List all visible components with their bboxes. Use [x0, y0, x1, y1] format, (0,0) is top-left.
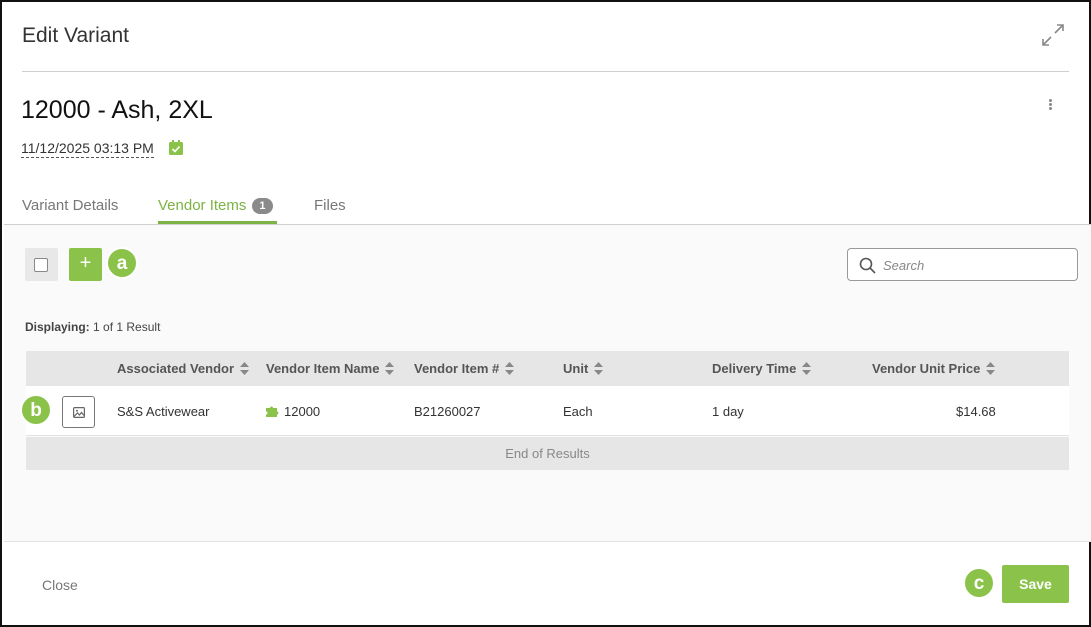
end-of-results: End of Results	[26, 437, 1069, 470]
cell-delivery-time: 1 day	[712, 404, 744, 419]
cell-vendor-unit-price: $14.68	[956, 404, 996, 419]
column-vendor-unit-price[interactable]: Vendor Unit Price	[872, 361, 996, 376]
sort-icon	[594, 362, 604, 375]
tab-label: Variant Details	[22, 197, 119, 214]
expand-icon[interactable]	[1040, 22, 1066, 48]
variant-datetime[interactable]: 11/12/2025 03:13 PM	[21, 140, 154, 158]
calendar-icon[interactable]	[169, 140, 183, 155]
results-count: Displaying: 1 of 1 Result	[25, 320, 160, 334]
callout-c: c	[963, 567, 995, 599]
callout-a: a	[106, 247, 138, 279]
tab-files[interactable]: Files	[314, 197, 346, 214]
column-associated-vendor[interactable]: Associated Vendor	[117, 361, 250, 376]
select-all-checkbox[interactable]	[25, 248, 58, 281]
tab-count-badge: 1	[252, 198, 273, 214]
column-delivery-time[interactable]: Delivery Time	[712, 361, 812, 376]
results-prefix: Displaying:	[25, 320, 90, 334]
save-button[interactable]: Save	[1002, 565, 1069, 603]
cell-vendor-item-number: B21260027	[414, 404, 481, 419]
column-vendor-item-number[interactable]: Vendor Item #	[414, 361, 515, 376]
search-icon	[859, 257, 876, 274]
variant-title: 12000 - Ash, 2XL	[21, 96, 213, 124]
column-unit[interactable]: Unit	[563, 361, 604, 376]
tab-label: Vendor Items	[158, 197, 247, 214]
tab-vendor-items[interactable]: Vendor Items 1	[158, 197, 273, 214]
table-header: Associated Vendor Vendor Item Name Vendo…	[26, 351, 1069, 386]
dialog-title: Edit Variant	[22, 24, 129, 47]
results-text: 1 of 1 Result	[93, 320, 161, 334]
tab-label: Files	[314, 197, 346, 214]
edit-variant-dialog: Edit Variant 12000 - Ash, 2XL 11/12/2025…	[0, 0, 1091, 627]
sort-icon	[240, 362, 250, 375]
sort-icon	[505, 362, 515, 375]
search-field[interactable]	[847, 248, 1078, 281]
close-button[interactable]: Close	[42, 577, 78, 593]
footer-divider	[4, 541, 1091, 542]
cell-unit: Each	[563, 404, 593, 419]
tab-variant-details[interactable]: Variant Details	[22, 197, 118, 214]
sort-icon	[802, 362, 812, 375]
column-vendor-item-name[interactable]: Vendor Item Name	[266, 361, 395, 376]
sort-icon	[986, 362, 996, 375]
cell-vendor-item-name[interactable]: 12000	[266, 404, 320, 419]
cell-associated-vendor: S&S Activewear	[117, 404, 210, 419]
table-row[interactable]: S&S Activewear 12000 B21260027 Each 1 da…	[26, 386, 1069, 436]
sort-icon	[385, 362, 395, 375]
callout-b: b	[20, 394, 52, 426]
add-vendor-item-button[interactable]: +	[69, 248, 102, 281]
more-options-icon[interactable]	[1040, 98, 1060, 116]
header-divider	[22, 71, 1069, 72]
search-input[interactable]	[883, 255, 1068, 275]
image-icon[interactable]	[62, 396, 95, 428]
puzzle-icon	[266, 406, 279, 417]
